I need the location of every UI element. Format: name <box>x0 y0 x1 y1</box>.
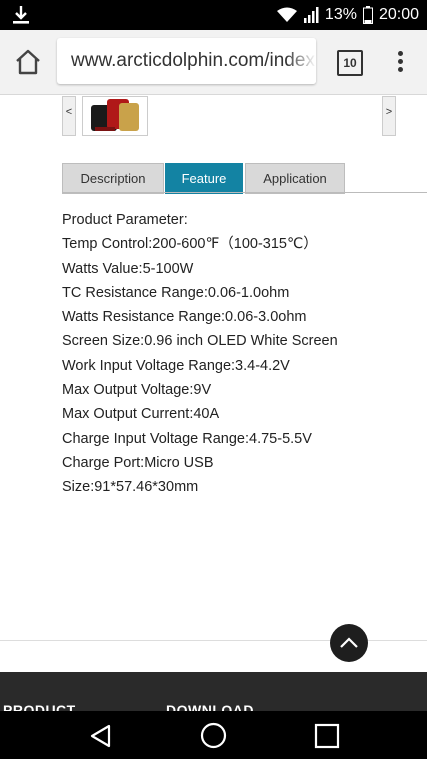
recents-icon[interactable] <box>314 723 340 749</box>
status-bar: 13% 20:00 <box>0 0 427 30</box>
param-line: Max Output Voltage:9V <box>62 382 212 399</box>
browser-toolbar: www.arcticdolphin.com/index 10 <box>0 30 427 95</box>
param-line: Max Output Current:40A <box>62 406 220 423</box>
tab-feature[interactable]: Feature <box>165 163 243 194</box>
chevron-up-icon <box>340 637 358 648</box>
param-line: Charge Input Voltage Range:4.75-5.5V <box>62 430 312 447</box>
product-thumbnail[interactable] <box>82 96 148 136</box>
param-heading: Product Parameter: <box>62 212 188 228</box>
product-tabs: Description Feature Application <box>62 163 427 194</box>
tab-underline <box>62 192 427 193</box>
param-line: Charge Port:Micro USB <box>62 454 214 471</box>
back-to-top-button[interactable] <box>330 624 368 662</box>
overflow-menu-icon[interactable] <box>392 48 408 76</box>
site-footer: PRODUCT DOWNLOAD <box>0 672 427 712</box>
system-nav-bar <box>0 711 427 759</box>
download-icon <box>13 6 29 24</box>
battery-icon <box>362 6 373 24</box>
url-fade <box>286 38 316 84</box>
param-line: Watts Value:5-100W <box>62 260 194 277</box>
tab-application[interactable]: Application <box>245 163 345 194</box>
param-line: Temp Control:200-600℉（100-315℃） <box>62 236 318 253</box>
tab-switcher-button[interactable]: 10 <box>337 50 363 76</box>
tab-description[interactable]: Description <box>62 163 164 194</box>
clock: 20:00 <box>378 6 419 23</box>
url-bar[interactable]: www.arcticdolphin.com/index <box>57 38 316 84</box>
home-nav-icon[interactable] <box>200 722 227 749</box>
carousel-prev-button[interactable]: < <box>62 96 76 136</box>
signal-icon <box>303 7 319 23</box>
home-icon[interactable] <box>14 48 42 76</box>
param-line: Screen Size:0.96 inch OLED White Screen <box>62 333 338 350</box>
carousel-next-button[interactable]: > <box>382 96 396 136</box>
url-text: www.arcticdolphin.com/index <box>71 50 315 71</box>
product-parameters: Product Parameter: Temp Control:200-600℉… <box>62 208 422 500</box>
product-image <box>83 97 147 135</box>
param-line: Size:91*57.46*30mm <box>62 479 199 496</box>
wifi-icon <box>276 7 297 22</box>
param-line: Work Input Voltage Range:3.4-4.2V <box>62 357 290 374</box>
battery-percent: 13% <box>324 6 357 23</box>
param-line: Watts Resistance Range:0.06-3.0ohm <box>62 309 307 326</box>
back-icon[interactable] <box>88 723 114 749</box>
param-line: TC Resistance Range:0.06-1.0ohm <box>62 284 290 301</box>
